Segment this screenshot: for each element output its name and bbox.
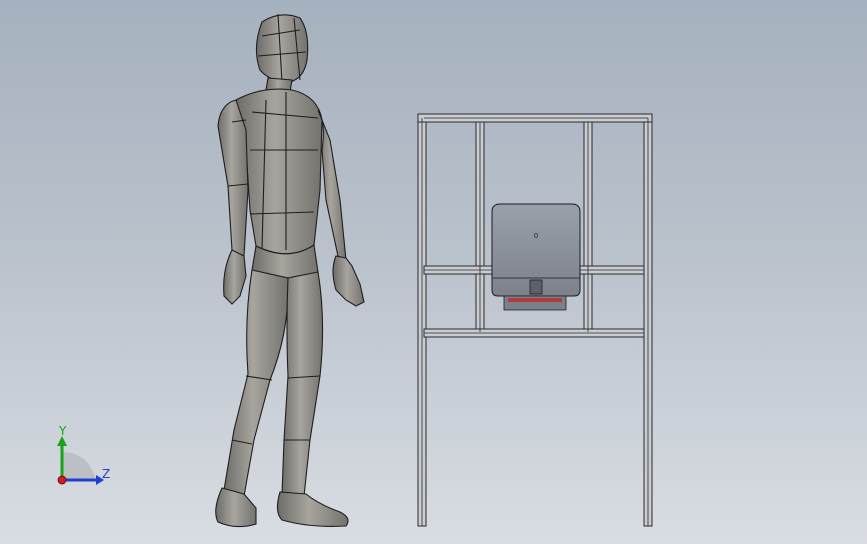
mounted-panel-box[interactable]: 0 <box>491 203 581 311</box>
model-scene[interactable]: 0 <box>0 0 867 544</box>
support-frame[interactable] <box>417 113 653 527</box>
y-axis-label: Y <box>59 424 67 438</box>
triad-plane <box>62 452 96 480</box>
panel-connector <box>529 279 543 295</box>
human-mannequin[interactable] <box>215 13 365 528</box>
mannequin-right-hand <box>332 255 365 307</box>
mannequin-left-foot <box>215 487 257 528</box>
mannequin-left-arm <box>217 99 249 259</box>
axis-triad <box>57 436 104 485</box>
panel-accent-strip <box>508 298 562 302</box>
mannequin-head <box>255 14 309 83</box>
cad-viewport[interactable]: 0 Y Z <box>0 0 867 544</box>
mannequin-right-foot <box>276 491 349 527</box>
mannequin-left-hand <box>223 249 247 305</box>
mannequin-right-leg <box>281 271 324 497</box>
x-axis-origin <box>57 475 67 485</box>
mannequin-left-leg <box>223 269 289 497</box>
mannequin-torso <box>235 88 323 255</box>
panel-mark: 0 <box>534 232 538 240</box>
z-axis-label: Z <box>102 467 111 481</box>
mannequin-right-arm <box>317 109 347 261</box>
